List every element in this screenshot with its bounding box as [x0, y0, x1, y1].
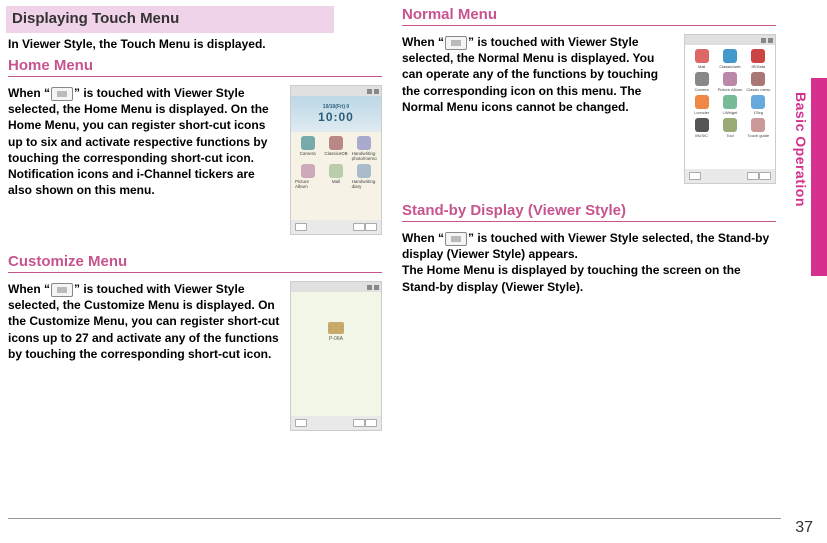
home-menu-text: When “” is touched with Viewer Style sel…: [8, 85, 282, 235]
time-label: 10:00: [318, 110, 354, 124]
folder-label: P-06A: [329, 336, 343, 342]
side-tab: [811, 78, 827, 276]
normal-icon-pane: Mail Classic/web IR/Data Camera Picture …: [685, 45, 775, 169]
status-bar: [291, 86, 381, 96]
customize-menu-section: When “” is touched with Viewer Style sel…: [8, 281, 382, 431]
home-text-post: ” is touched with Viewer Style selected,…: [8, 86, 269, 197]
standby-text-pre: When “: [402, 231, 444, 245]
page-number: 37: [795, 519, 813, 537]
left-column: Displaying Touch Menu In Viewer Style, t…: [8, 6, 382, 539]
home-text-pre: When “: [8, 86, 50, 100]
customize-menu-heading: Customize Menu: [8, 253, 382, 273]
home-menu-heading: Home Menu: [8, 57, 382, 77]
normal-text-pre: When “: [402, 35, 444, 49]
customize-text-pre: When “: [8, 282, 50, 296]
intro-text: In Viewer Style, the Touch Menu is displ…: [8, 37, 382, 51]
home-touch-icon: [51, 87, 73, 101]
customize-menu-screenshot: P-06A: [290, 281, 382, 431]
button-bar: [685, 169, 775, 183]
normal-menu-text: When “” is touched with Viewer Style sel…: [402, 34, 676, 184]
button-bar: [291, 220, 381, 234]
displaying-touch-menu-banner: Displaying Touch Menu: [6, 6, 334, 33]
standby-heading: Stand-by Display (Viewer Style): [402, 202, 776, 222]
page-rule: [8, 518, 781, 519]
side-section-label: Basic Operation: [793, 92, 809, 207]
home-menu-section: When “” is touched with Viewer Style sel…: [8, 85, 382, 235]
button-bar: [291, 416, 381, 430]
status-bar: [291, 282, 381, 292]
customize-menu-text: When “” is touched with Viewer Style sel…: [8, 281, 282, 431]
standby-touch-icon: [445, 232, 467, 246]
home-icon-pane: Camera ClassiceDB Handwriting photo/memo…: [291, 132, 381, 220]
standby-text-line2: The Home Menu is displayed by touching t…: [402, 263, 741, 293]
normal-menu-section: When “” is touched with Viewer Style sel…: [402, 34, 776, 184]
customize-touch-icon: [51, 283, 73, 297]
page-content: Displaying Touch Menu In Viewer Style, t…: [0, 0, 780, 543]
customize-pane: P-06A: [291, 292, 381, 416]
folder-icon: [328, 322, 344, 334]
normal-menu-screenshot: Mail Classic/web IR/Data Camera Picture …: [684, 34, 776, 184]
home-menu-screenshot: 10/10(Fri) 0 10:00 Camera ClassiceDB Han…: [290, 85, 382, 235]
standby-text: When “” is touched with Viewer Style sel…: [402, 230, 776, 295]
normal-touch-icon: [445, 36, 467, 50]
wallpaper: 10/10(Fri) 0 10:00: [291, 96, 381, 132]
right-column: Normal Menu When “” is touched with View…: [402, 6, 776, 539]
normal-menu-heading: Normal Menu: [402, 6, 776, 26]
status-bar: [685, 35, 775, 45]
